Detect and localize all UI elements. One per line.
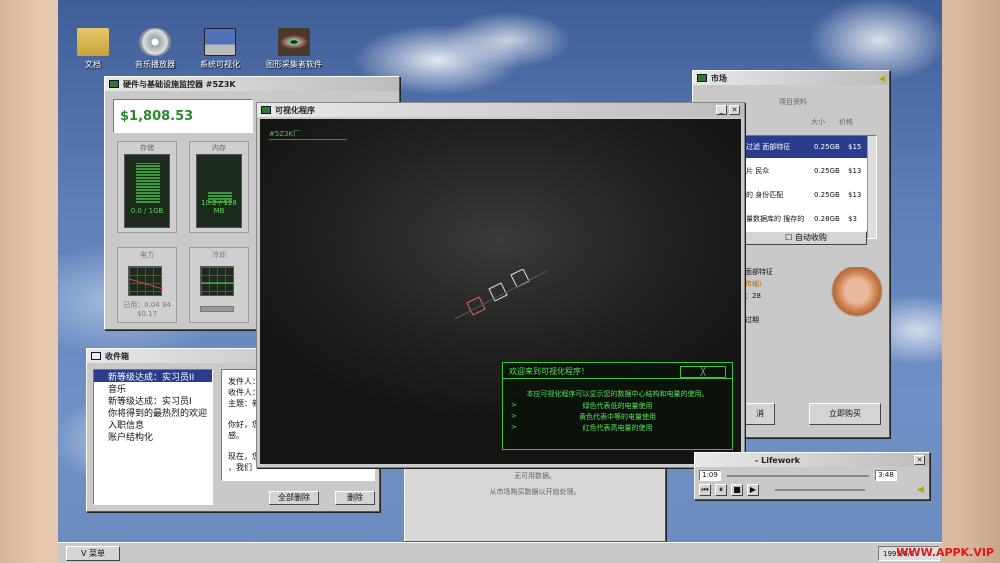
- memory-bars: [208, 191, 232, 203]
- stop-button[interactable]: ■: [731, 484, 743, 496]
- storage-bars: [136, 163, 160, 203]
- window-app-icon: [109, 80, 119, 88]
- cd-icon: [139, 28, 171, 56]
- hardware-monitor-titlebar[interactable]: 硬件与基础设施监控器 #5Z3K: [105, 77, 399, 91]
- list-item[interactable]: 你将得到的最热烈的欢迎: [94, 406, 212, 419]
- delete-all-button[interactable]: 全部删除: [269, 491, 319, 505]
- data-panel: 无可用数据。 从市场购买数据以开始处理。: [404, 460, 666, 542]
- speaker-icon: ◀: [878, 73, 885, 83]
- welcome-line: > 黄色代表中等的电量使用: [511, 412, 656, 421]
- power-monitor: 电力 已用：0.04 34 $0.17: [117, 247, 177, 323]
- volume-slider[interactable]: [775, 489, 865, 491]
- music-player-window[interactable]: - Lifework ✕ 1:09 3:48 ⏮ ⏸ ■ ▶ ◀: [694, 452, 930, 500]
- visualizer-titlebar[interactable]: 可视化程序 _ ✕: [257, 103, 744, 117]
- cooling-monitor: 冷却: [189, 247, 249, 323]
- desktop-icon-image-collector[interactable]: 图形采集者软件: [259, 28, 329, 70]
- seek-bar[interactable]: [727, 475, 869, 477]
- time-current: 1:09: [699, 470, 721, 481]
- computer-icon: [204, 28, 236, 56]
- market-titlebar[interactable]: 市场 ◀: [693, 71, 889, 85]
- memory-monitor: 内存 10.2 / 128 MB: [189, 141, 249, 233]
- volume-icon[interactable]: ◀: [917, 485, 924, 495]
- list-item[interactable]: 账户结构化: [94, 430, 212, 443]
- desktop-icon-system-visualizer[interactable]: 系统可视化: [185, 28, 255, 70]
- table-row[interactable]: 的 身份匹配 0.25GB $13: [746, 184, 874, 206]
- music-player-titlebar[interactable]: - Lifework ✕: [695, 453, 929, 467]
- list-item[interactable]: 音乐: [94, 382, 212, 395]
- cooling-graph: [200, 266, 235, 296]
- watermark: WWW.APPK.VIP: [896, 546, 994, 559]
- table-row[interactable]: 过滤 面部特征 0.25GB $15: [746, 136, 874, 158]
- cooling-progress-bar: [200, 306, 234, 312]
- market-portrait: [831, 267, 883, 319]
- close-button[interactable]: ✕: [729, 105, 740, 115]
- welcome-line: > 绿色代表低的电量使用: [511, 401, 653, 410]
- visualizer-window[interactable]: 可视化程序 _ ✕ #5Z3K厂 欢迎来到可视化程序！ ╳ 本应可视化程序可以显…: [256, 102, 745, 468]
- next-button[interactable]: ▶: [747, 484, 759, 496]
- welcome-dialog: 欢迎来到可视化程序！ ╳ 本应可视化程序可以显示您的数据中心结构和电量的使用。 …: [502, 362, 733, 450]
- mail-icon: [91, 352, 101, 360]
- list-item[interactable]: 新等级达成：实习员I: [94, 394, 212, 407]
- visualizer-canvas[interactable]: #5Z3K厂 欢迎来到可视化程序！ ╳ 本应可视化程序可以显示您的数据中心结构和…: [260, 119, 741, 464]
- music-close-button[interactable]: ✕: [914, 455, 925, 465]
- table-row[interactable]: 片 民众 0.25GB $13: [746, 160, 874, 182]
- taskbar: V 菜单 1995/6/2: [58, 542, 942, 563]
- storage-monitor: 存储 0.0 / 1GB: [117, 141, 177, 233]
- eye-icon: [278, 28, 310, 56]
- auto-buy-checkbox[interactable]: ☐ 自动收购: [745, 231, 867, 245]
- list-item[interactable]: 新等级达成：实习员II: [94, 370, 212, 383]
- inbox-message-list[interactable]: 新等级达成：实习员II 音乐 新等级达成：实习员I 你将得到的最热烈的欢迎 入职…: [93, 369, 213, 505]
- desktop-icon-music-player[interactable]: 音乐播放器: [120, 28, 190, 70]
- balance-display: $1,808.53: [113, 99, 253, 133]
- window-app-icon: [261, 106, 271, 114]
- folder-icon: [77, 28, 109, 56]
- buy-now-button[interactable]: 立即购买: [809, 403, 881, 425]
- market-scrollbar[interactable]: [867, 136, 876, 238]
- server-rack-wireframes: [455, 269, 548, 320]
- desktop: 文档 音乐播放器 系统可视化 图形采集者软件 硬件与基础设施监控器 #5Z3K …: [58, 0, 942, 563]
- time-total: 3:48: [875, 470, 897, 481]
- table-row[interactable]: 量数据库的 搜存的 0.28GB $3: [746, 208, 874, 230]
- desktop-icon-documents[interactable]: 文档: [58, 28, 128, 70]
- pause-button[interactable]: ⏸: [715, 484, 727, 496]
- market-item-list[interactable]: 过滤 面部特征 0.25GB $15 片 民众 0.25GB $13 的 身份匹配 0.2…: [745, 135, 877, 239]
- previous-button[interactable]: ⏮: [699, 484, 711, 496]
- delete-button[interactable]: 删除: [335, 491, 375, 505]
- market-icon: [697, 74, 707, 82]
- welcome-close-button[interactable]: ╳: [680, 366, 726, 378]
- start-button[interactable]: V 菜单: [66, 546, 120, 561]
- welcome-line: > 红色代表高电量的使用: [511, 423, 653, 432]
- list-item[interactable]: 入职信息: [94, 418, 212, 431]
- minimize-button[interactable]: _: [716, 105, 727, 115]
- power-graph: [128, 266, 164, 296]
- cancel-button[interactable]: 消: [745, 403, 775, 425]
